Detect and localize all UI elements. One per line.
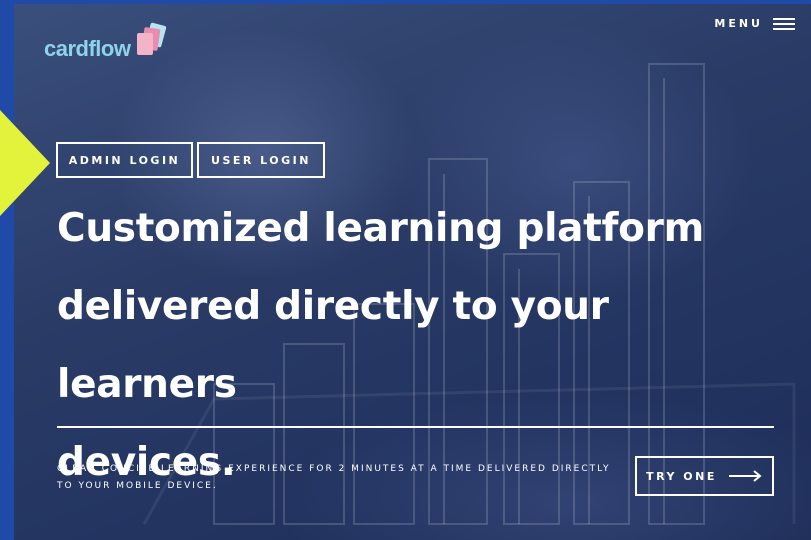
try-one-button[interactable]: TRY ONE bbox=[635, 456, 774, 496]
tagline-line-2: TO YOUR MOBILE DEVICE. bbox=[57, 481, 218, 491]
hamburger-icon bbox=[773, 17, 795, 30]
arrow-right-icon bbox=[728, 470, 762, 482]
headline-line-2: delivered directly to your learners bbox=[57, 284, 609, 407]
admin-login-button[interactable]: ADMIN LOGIN bbox=[56, 142, 193, 178]
cards-icon bbox=[137, 22, 167, 55]
cardflow-logo[interactable]: cardflow bbox=[44, 22, 174, 66]
logo-text: cardflow bbox=[44, 36, 131, 61]
headline-line-1: Customized learning platform bbox=[57, 206, 704, 251]
tagline-line-1: CLEAN CONCISE LEARNING EXPERIENCE FOR 2 … bbox=[57, 464, 611, 474]
hero-tagline: CLEAN CONCISE LEARNING EXPERIENCE FOR 2 … bbox=[57, 461, 627, 495]
menu-label: MENU bbox=[714, 17, 763, 30]
accent-triangle bbox=[0, 110, 50, 216]
try-one-label: TRY ONE bbox=[646, 469, 717, 483]
menu-button[interactable]: MENU bbox=[714, 17, 795, 30]
divider bbox=[57, 426, 774, 428]
user-login-button[interactable]: USER LOGIN bbox=[197, 142, 325, 178]
